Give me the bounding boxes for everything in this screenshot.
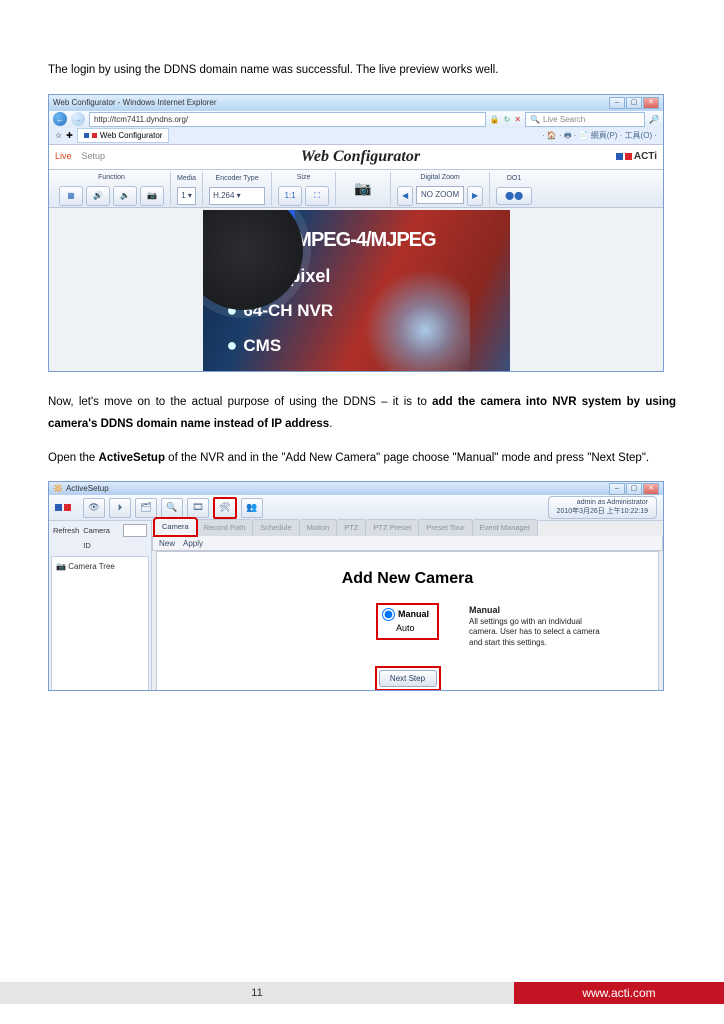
wc-toolbar: Function▦🔊🔈📷 Media1 ▾ Encoder TypeH.264 …: [49, 170, 663, 208]
page-footer: 11 www.acti.com: [0, 982, 724, 1004]
grp-function-label: Function: [98, 171, 125, 184]
paragraph-instruction: Open the ActiveSetup of the NVR and in t…: [48, 448, 676, 470]
as-titlebar: 🔆ActiveSetup – ▢ ✕: [49, 482, 663, 495]
url-field[interactable]: http://tcm7411.dyndns.org/: [89, 112, 486, 127]
grp-do-label: DO1: [507, 172, 521, 185]
acti-logo: ACTi: [616, 147, 657, 166]
window-title: Web Configurator - Windows Internet Expl…: [53, 95, 216, 110]
tab-presettour[interactable]: Preset Tour: [418, 519, 472, 536]
close-icon[interactable]: ✕: [643, 483, 659, 495]
main-panel: Camera Record Path Schedule Motion PTZ P…: [152, 521, 663, 691]
mode-radio-group[interactable]: Manual Auto: [376, 603, 439, 640]
favorites-add-icon[interactable]: ✚: [66, 128, 73, 143]
tab-eventmanager[interactable]: Event Manager: [472, 519, 539, 536]
close-icon[interactable]: ✕: [643, 97, 659, 109]
grp-zoom-label: Digital Zoom: [420, 171, 459, 184]
ie-titlebar: Web Configurator - Windows Internet Expl…: [49, 95, 663, 111]
mode-description: Manual All settings go with an individua…: [469, 605, 609, 648]
video-timestamp: 1: 2010/03/14 06:29:08: [203, 210, 295, 224]
favorites-icon[interactable]: ☆: [55, 128, 62, 143]
func-btn-2[interactable]: 🔊: [86, 186, 110, 206]
grp-media-label: Media: [177, 172, 196, 185]
apply-button[interactable]: Apply: [183, 536, 203, 551]
video-overlay-text: ●H.264/MPEG-4/MJPEG ●Megapixel ●64-CH NV…: [227, 221, 436, 362]
user-info: admin as Administrator2010年3月26日 上午10:22…: [548, 496, 657, 519]
new-button[interactable]: New: [159, 536, 175, 551]
radio-manual[interactable]: [382, 608, 395, 621]
grp-encoder-label: Encoder Type: [216, 172, 259, 185]
tool-icon-1[interactable]: 👁: [83, 498, 105, 518]
tab-motion[interactable]: Motion: [299, 519, 338, 536]
tool-icon-4[interactable]: 🔍: [161, 498, 183, 518]
zoom-in-button[interactable]: ▶: [467, 186, 483, 206]
tab-ptzpreset[interactable]: PTZ Preset: [365, 519, 419, 536]
tool-icon-7[interactable]: 👥: [241, 498, 263, 518]
next-step-highlight: Next Step: [375, 666, 441, 691]
size-1to1-button[interactable]: 1:1: [278, 186, 302, 206]
screenshot-web-configurator: Web Configurator - Windows Internet Expl…: [48, 94, 664, 372]
tab-strip: Camera Record Path Schedule Motion PTZ P…: [152, 521, 663, 536]
sub-toolbar: New Apply: [152, 536, 663, 551]
live-tab[interactable]: Live: [55, 148, 72, 165]
search-field[interactable]: 🔍Live Search: [525, 112, 645, 127]
camera-move-icon[interactable]: 📷: [354, 175, 371, 202]
tab-camera[interactable]: Camera: [154, 518, 197, 536]
back-icon[interactable]: ←: [53, 112, 67, 126]
do1-button[interactable]: ⬤⬤: [496, 187, 532, 205]
func-btn-4[interactable]: 📷: [140, 186, 164, 206]
wc-title: Web Configurator: [105, 142, 616, 172]
zoom-value: NO ZOOM: [416, 186, 464, 204]
next-step-button[interactable]: Next Step: [379, 670, 437, 687]
maximize-icon[interactable]: ▢: [626, 483, 642, 495]
tab-schedule[interactable]: Schedule: [252, 519, 299, 536]
as-toolbar: 👁 ⏵ 🗂 🔍 🎞 🛠 👥 admin as Administrator2010…: [49, 495, 663, 521]
func-btn-1[interactable]: ▦: [59, 186, 83, 206]
encoder-select[interactable]: H.264 ▾: [209, 187, 265, 205]
add-camera-heading: Add New Camera: [157, 564, 658, 594]
tab-ptz[interactable]: PTZ: [336, 519, 366, 536]
screenshot-activesetup: 🔆ActiveSetup – ▢ ✕ 👁 ⏵ 🗂 🔍 🎞 🛠 👥 admin a…: [48, 481, 664, 691]
setup-tab[interactable]: Setup: [82, 148, 106, 165]
media-select[interactable]: 1 ▾: [177, 187, 196, 205]
acti-logo: [55, 504, 71, 511]
wc-header: Live Setup Web Configurator ACTi: [49, 144, 663, 170]
refresh-link[interactable]: Refresh: [53, 524, 79, 553]
page-number: 11: [0, 982, 514, 1004]
tab-recordpath[interactable]: Record Path: [196, 519, 254, 536]
tool-icon-5[interactable]: 🎞: [187, 498, 209, 518]
forward-icon[interactable]: →: [71, 112, 85, 126]
tool-icon-highlighted[interactable]: 🛠: [213, 497, 237, 519]
paragraph-purpose: Now, let's move on to the actual purpose…: [48, 392, 676, 436]
zoom-out-button[interactable]: ◀: [397, 186, 413, 206]
camera-tree[interactable]: 📷 Camera Tree: [51, 556, 149, 692]
camera-id-label: Camera ID: [83, 524, 119, 553]
ie-address-bar: ← → http://tcm7411.dyndns.org/ 🔒 ↻ ✕ 🔍Li…: [49, 111, 663, 128]
sidebar: RefreshCamera ID 📷 Camera Tree: [49, 521, 152, 691]
video-preview: 1: 2010/03/14 06:29:08 ●H.264/MPEG-4/MJP…: [203, 210, 510, 372]
grp-size-label: Size: [297, 171, 311, 184]
size-fit-button[interactable]: ⛶: [305, 186, 329, 206]
paragraph-intro: The login by using the DDNS domain name …: [48, 60, 676, 82]
func-btn-3[interactable]: 🔈: [113, 186, 137, 206]
tool-icon-3[interactable]: 🗂: [135, 498, 157, 518]
minimize-icon[interactable]: –: [609, 483, 625, 495]
minimize-icon[interactable]: –: [609, 97, 625, 109]
footer-url: www.acti.com: [514, 982, 724, 1004]
tool-icon-2[interactable]: ⏵: [109, 498, 131, 518]
maximize-icon[interactable]: ▢: [626, 97, 642, 109]
content-panel: Add New Camera Manual Auto Manual All se…: [156, 551, 659, 691]
